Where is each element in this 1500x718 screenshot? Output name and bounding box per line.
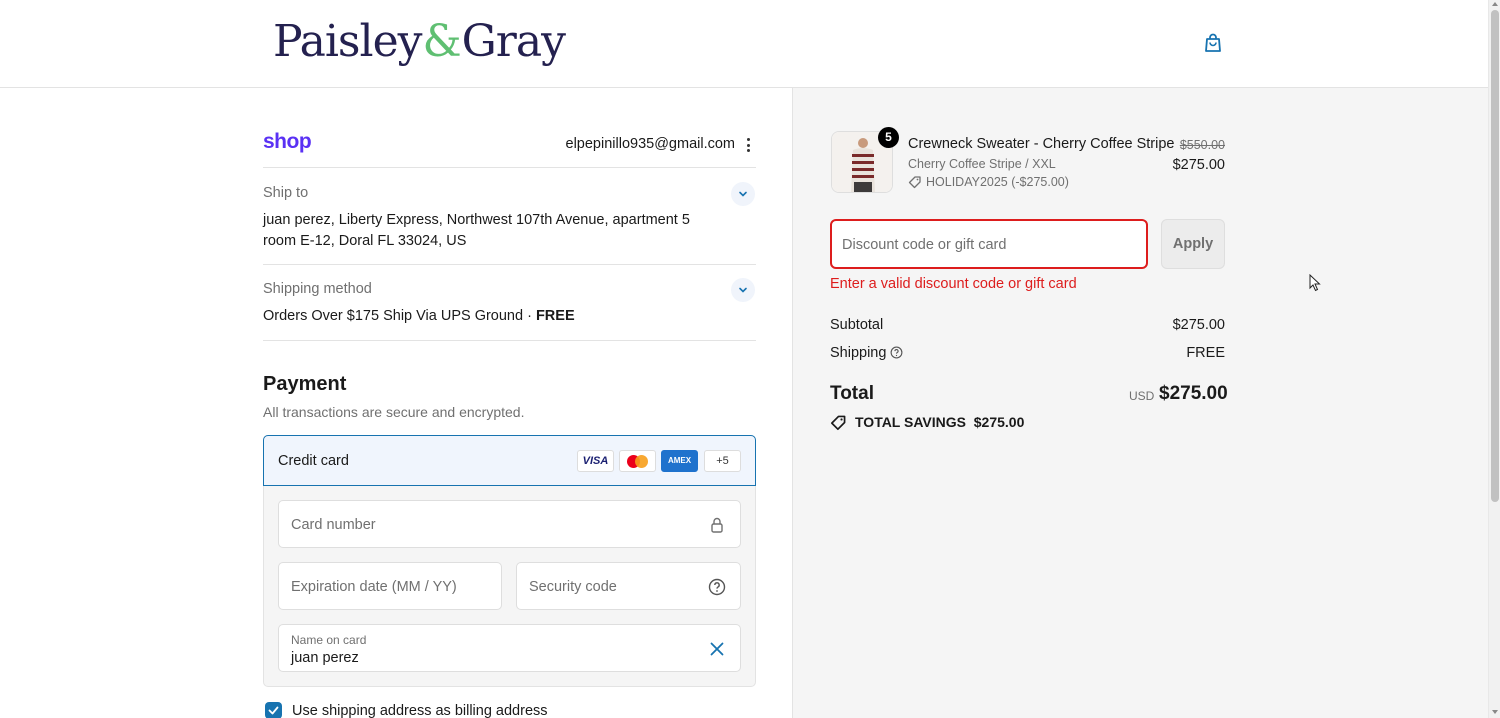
divider — [263, 340, 756, 341]
total-savings-value: $275.00 — [973, 414, 1025, 430]
discount-error-message: Enter a valid discount code or gift card — [830, 276, 1077, 292]
divider — [263, 264, 756, 265]
shop-pay-logo[interactable]: shop — [263, 130, 312, 154]
close-icon[interactable] — [708, 640, 726, 658]
quantity-badge: 5 — [878, 127, 899, 148]
total-label: Total — [830, 383, 874, 404]
order-summary — [792, 88, 1488, 718]
expiration-date-placeholder: Expiration date (MM / YY) — [291, 579, 457, 595]
brand-logo-amp: & — [422, 16, 461, 67]
subtotal-label: Subtotal — [830, 317, 884, 333]
shipping-method-label: Shipping method — [263, 281, 372, 297]
security-code-field[interactable]: Security code — [516, 562, 741, 610]
subtotal-value: $275.00 — [1172, 317, 1225, 333]
scroll-up-arrow[interactable] — [1492, 2, 1498, 6]
lock-icon — [711, 517, 723, 533]
visa-logo: VISA — [577, 450, 614, 472]
total-value: $275.00 — [1159, 383, 1228, 404]
apply-discount-button[interactable]: Apply — [1161, 219, 1225, 269]
bag-icon[interactable] — [1201, 31, 1225, 55]
shipping-method-toggle[interactable] — [731, 278, 755, 302]
shipping-method-value: Orders Over $175 Ship Via UPS Ground · F… — [263, 306, 723, 327]
product-price: $275.00 — [1172, 157, 1225, 173]
payment-subtitle: All transactions are secure and encrypte… — [263, 404, 525, 420]
ship-to-label: Ship to — [263, 185, 309, 201]
billing-same-label[interactable]: Use shipping address as billing address — [292, 703, 548, 718]
brand-logo-left: Paisley — [273, 16, 422, 67]
product-name: Crewneck Sweater - Cherry Coffee Stripe — [908, 136, 1175, 152]
ship-to-address: juan perez, Liberty Express, Northwest 1… — [263, 212, 690, 249]
ship-to-toggle[interactable] — [731, 182, 755, 206]
product-discount-code: HOLIDAY2025 (-$275.00) — [926, 175, 1069, 189]
tag-icon — [908, 176, 921, 189]
cursor-icon — [1309, 274, 1321, 292]
brand-logo-right: Gray — [461, 16, 566, 67]
help-circle-icon[interactable] — [890, 346, 903, 359]
expiration-date-field[interactable]: Expiration date (MM / YY) — [278, 562, 502, 610]
name-on-card-label: Name on card — [291, 633, 367, 647]
page-scrollbar[interactable] — [1488, 0, 1500, 718]
shipping-method-cost: FREE — [535, 308, 575, 324]
brand-logo[interactable]: Paisley&Gray — [273, 14, 566, 70]
site-header: Paisley&Gray — [0, 0, 1488, 88]
total-savings-label: TOTAL SAVINGS — [855, 414, 966, 430]
shipping-method-name: Orders Over $175 Ship Via UPS Ground · — [263, 308, 536, 324]
credit-card-label: Credit card — [278, 453, 349, 469]
account-email: elpepinillo935@gmail.com — [565, 136, 735, 152]
credit-card-option[interactable]: Credit card VISA AMEX +5 — [263, 435, 756, 486]
scroll-thumb[interactable] — [1491, 10, 1499, 502]
name-on-card-field[interactable]: Name on card juan perez — [278, 624, 741, 672]
product-discount: HOLIDAY2025 (-$275.00) — [908, 175, 1069, 189]
more-cards-badge: +5 — [704, 450, 741, 472]
security-code-placeholder: Security code — [529, 579, 617, 595]
product-variant: Cherry Coffee Stripe / XXL — [908, 157, 1056, 171]
amex-logo: AMEX — [661, 450, 698, 472]
mastercard-logo — [619, 450, 656, 472]
kebab-icon[interactable] — [743, 138, 753, 154]
divider — [263, 167, 756, 168]
product-original-price: $550.00 — [1179, 138, 1225, 152]
tag-icon — [830, 415, 846, 431]
help-circle-icon[interactable] — [708, 578, 726, 596]
payment-title: Payment — [263, 373, 347, 395]
check-icon — [268, 706, 279, 715]
billing-same-checkbox[interactable] — [265, 702, 282, 718]
scroll-down-arrow[interactable] — [1492, 710, 1498, 714]
name-on-card-value: juan perez — [291, 650, 359, 666]
card-number-placeholder: Card number — [291, 517, 376, 533]
shipping-summary-value: FREE — [1186, 345, 1225, 361]
total-currency: USD — [1129, 389, 1155, 403]
total-savings: TOTAL SAVINGS $275.00 — [830, 414, 1024, 431]
card-number-field[interactable]: Card number — [278, 500, 741, 548]
chevron-down-icon — [739, 287, 747, 293]
discount-code-placeholder: Discount code or gift card — [842, 237, 1007, 253]
shipping-summary-label: Shipping — [830, 345, 903, 361]
chevron-down-icon — [739, 191, 747, 197]
shipping-label-text: Shipping — [830, 345, 887, 361]
discount-code-input[interactable]: Discount code or gift card — [830, 219, 1148, 269]
